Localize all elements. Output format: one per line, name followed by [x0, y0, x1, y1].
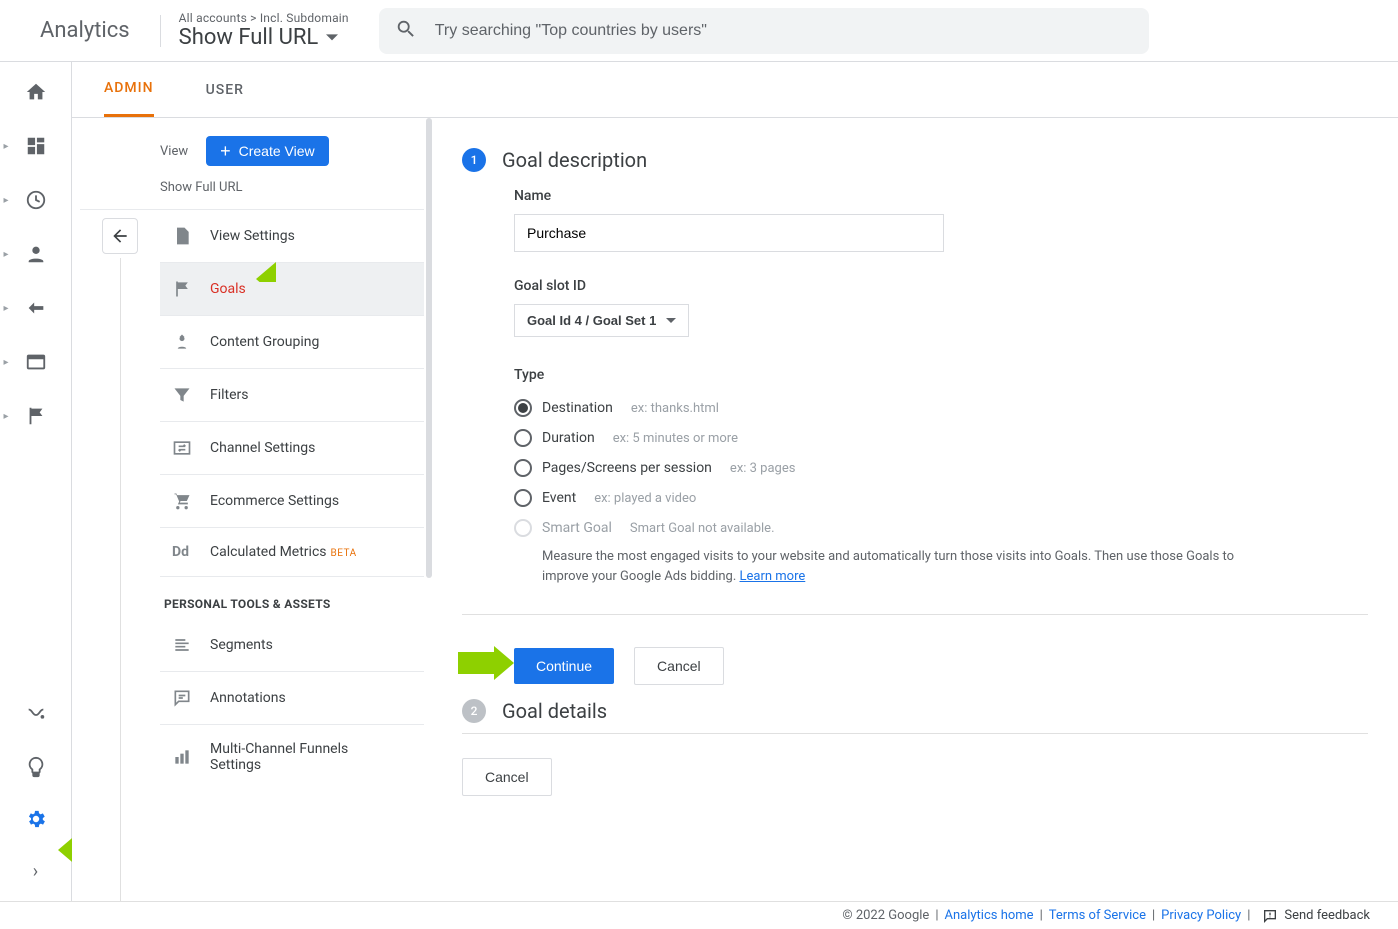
funnel-icon	[172, 385, 192, 405]
nav-attribution[interactable]	[24, 703, 48, 727]
annotation-arrow-goals	[256, 262, 276, 282]
content-area: ADMIN USER View +Create View Show Full U…	[72, 62, 1398, 901]
nav-admin[interactable]	[24, 807, 48, 831]
cancel-button[interactable]: Cancel	[634, 647, 724, 685]
nav-realtime[interactable]	[24, 188, 48, 212]
menu-segments[interactable]: Segments	[160, 619, 424, 672]
radio-pages[interactable]: Pages/Screens per session ex: 3 pages	[514, 453, 1368, 483]
account-selector[interactable]: All accounts > Incl. Subdomain Show Full…	[179, 11, 349, 50]
step-2-header: 2 Goal details	[462, 699, 1368, 723]
tab-admin[interactable]: ADMIN	[104, 62, 154, 117]
exchange-icon	[172, 438, 192, 458]
radio-smart-goal: Smart Goal Smart Goal not available.	[514, 513, 1368, 543]
send-feedback-button[interactable]: Send feedback	[1262, 908, 1370, 924]
continue-button[interactable]: Continue	[514, 648, 614, 684]
segments-icon	[172, 635, 192, 655]
cancel-button-2[interactable]: Cancel	[462, 758, 552, 796]
radio-duration[interactable]: Duration ex: 5 minutes or more	[514, 423, 1368, 453]
app-name: Analytics	[40, 18, 130, 43]
divider	[160, 15, 161, 47]
chevron-down-icon	[326, 25, 338, 50]
tab-user[interactable]: USER	[206, 62, 244, 117]
step-2-badge: 2	[462, 699, 486, 723]
smart-goal-description: Measure the most engaged visits to your …	[542, 547, 1282, 586]
nav-dashboard[interactable]	[24, 134, 48, 158]
radio-icon	[514, 519, 532, 537]
radio-event[interactable]: Event ex: played a video	[514, 483, 1368, 513]
nav-conversions[interactable]	[24, 404, 48, 428]
goal-name-input[interactable]	[514, 214, 944, 252]
bars-icon	[172, 747, 192, 767]
menu-filters[interactable]: Filters	[160, 369, 424, 422]
step-1-header: 1 Goal description	[462, 148, 1368, 172]
menu-ecommerce-settings[interactable]: Ecommerce Settings	[160, 475, 424, 528]
top-header: Analytics All accounts > Incl. Subdomain…	[0, 0, 1398, 62]
breadcrumb-path: All accounts > Incl. Subdomain	[179, 11, 349, 25]
section-personal-tools: PERSONAL TOOLS & ASSETS	[160, 577, 424, 619]
logo[interactable]: Analytics	[16, 18, 142, 43]
radio-destination[interactable]: Destination ex: thanks.html	[514, 393, 1368, 423]
nav-collapse[interactable]: ›	[24, 859, 48, 883]
person-up-icon	[172, 332, 192, 352]
create-view-button[interactable]: +Create View	[206, 136, 329, 166]
menu-content-grouping[interactable]: Content Grouping	[160, 316, 424, 369]
view-column: View +Create View Show Full URL View Set…	[72, 118, 432, 901]
radio-icon	[514, 399, 532, 417]
feedback-icon	[1262, 908, 1278, 924]
annotation-arrow-continue	[458, 646, 514, 680]
menu-goals[interactable]: Goals	[160, 263, 424, 316]
footer: © 2022 Google| Analytics home| Terms of …	[0, 901, 1398, 929]
step-1-badge: 1	[462, 148, 486, 172]
chat-icon	[172, 688, 192, 708]
chevron-down-icon	[666, 316, 676, 326]
slot-label: Goal slot ID	[514, 278, 1368, 294]
privacy-link[interactable]: Privacy Policy	[1161, 908, 1241, 923]
admin-tabs: ADMIN USER	[72, 62, 1398, 118]
goal-slot-dropdown[interactable]: Goal Id 4 / Goal Set 1	[514, 304, 689, 337]
learn-more-link[interactable]: Learn more	[740, 569, 806, 584]
view-name[interactable]: Show Full URL	[80, 174, 424, 210]
analytics-home-link[interactable]: Analytics home	[945, 908, 1034, 923]
nav-home[interactable]	[24, 80, 48, 104]
radio-icon	[514, 429, 532, 447]
view-label: View	[160, 144, 188, 159]
step-2-title: Goal details	[502, 699, 607, 723]
flag-icon	[172, 279, 192, 299]
plus-icon: +	[220, 144, 231, 158]
menu-channel-settings[interactable]: Channel Settings	[160, 422, 424, 475]
radio-icon	[514, 459, 532, 477]
search-icon	[395, 18, 417, 44]
tos-link[interactable]: Terms of Service	[1049, 908, 1146, 923]
back-button[interactable]	[102, 218, 138, 254]
nav-acquisition[interactable]	[24, 296, 48, 320]
menu-calculated-metrics[interactable]: Dd Calculated MetricsBETA	[160, 528, 424, 577]
dd-icon: Dd	[172, 544, 192, 560]
cart-icon	[172, 491, 192, 511]
tree-line	[120, 258, 121, 901]
goal-form: 1 Goal description Name Goal slot ID Goa…	[432, 118, 1398, 901]
search-input[interactable]	[435, 22, 1133, 40]
view-menu: View Settings Goals Content Grouping	[160, 210, 424, 789]
search-bar[interactable]	[379, 8, 1149, 54]
file-icon	[172, 226, 192, 246]
breadcrumb-current: Show Full URL	[179, 25, 319, 50]
left-nav-rail: ›	[0, 62, 72, 901]
copyright: © 2022 Google	[842, 908, 929, 923]
type-label: Type	[514, 367, 1368, 383]
menu-annotations[interactable]: Annotations	[160, 672, 424, 725]
name-label: Name	[514, 188, 1368, 204]
step-1-title: Goal description	[502, 148, 647, 172]
nav-behavior[interactable]	[24, 350, 48, 374]
radio-icon	[514, 489, 532, 507]
nav-discover[interactable]	[24, 755, 48, 779]
nav-audience[interactable]	[24, 242, 48, 266]
menu-mcf-settings[interactable]: Multi-Channel Funnels Settings	[160, 725, 424, 789]
menu-view-settings[interactable]: View Settings	[160, 210, 424, 263]
